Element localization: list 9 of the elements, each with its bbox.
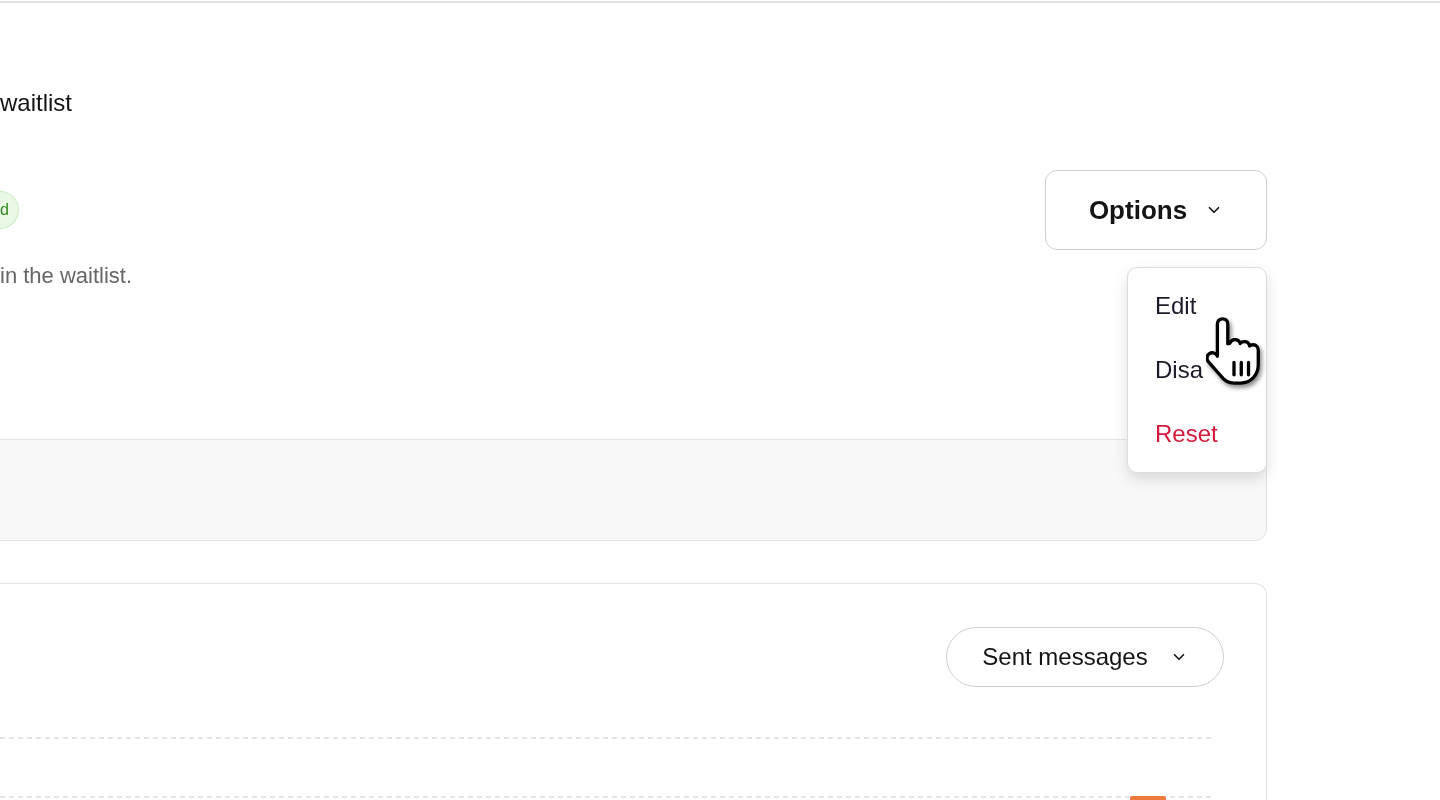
menu-item[interactable]: Disa (1155, 355, 1203, 385)
page-title: waitlist (0, 88, 72, 118)
sent-messages-dropdown[interactable]: Sent messages (946, 627, 1224, 687)
menu-item[interactable]: Edit (1155, 291, 1197, 321)
hand-cursor-icon (1206, 316, 1262, 386)
status-badge: d (0, 191, 19, 229)
options-button[interactable]: Options (1045, 170, 1267, 250)
description-text: in the waitlist. (0, 262, 133, 290)
menu-item[interactable]: Reset (1155, 419, 1218, 449)
